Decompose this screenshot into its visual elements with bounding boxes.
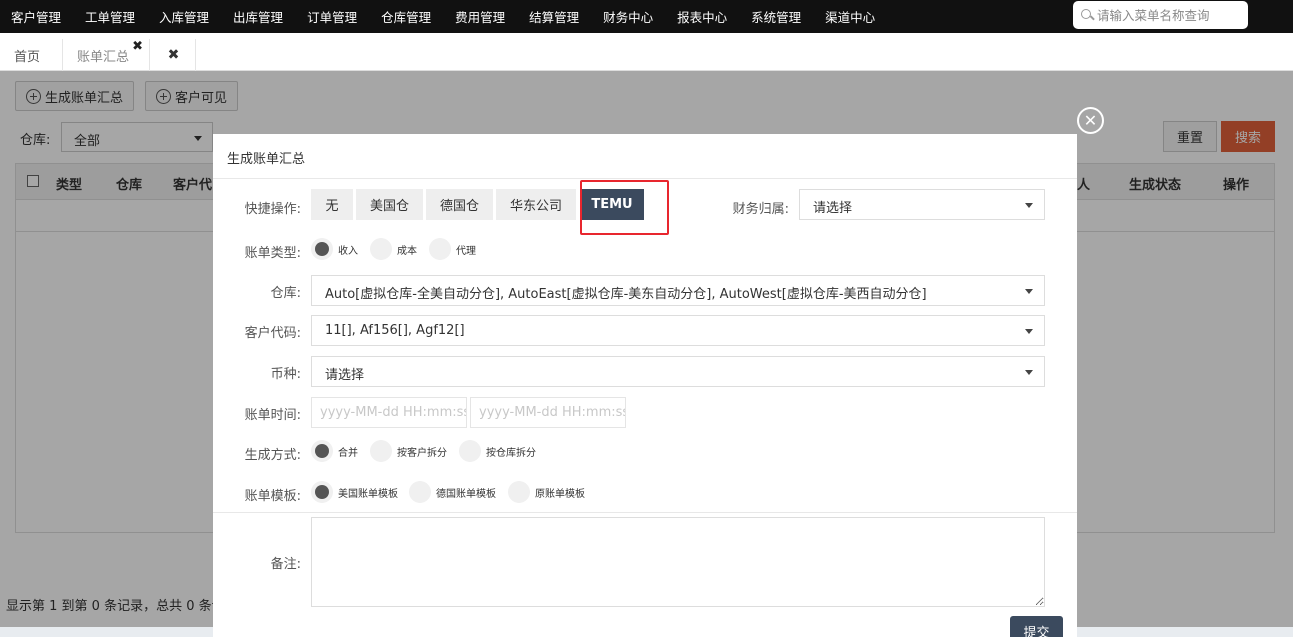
quick-east-china-button[interactable]: 华东公司: [496, 189, 576, 220]
close-icon: ✖: [167, 47, 180, 63]
nav-system[interactable]: 系统管理: [740, 7, 814, 26]
radio-label: 按仓库拆分: [486, 447, 536, 459]
radio-dot: [370, 238, 392, 260]
radio-dot: [508, 481, 530, 503]
quick-de-button[interactable]: 德国仓: [426, 189, 493, 220]
template-original-radio[interactable]: 原账单模板: [508, 481, 585, 503]
quick-us-button[interactable]: 美国仓: [356, 189, 423, 220]
chevron-down-icon: [1025, 203, 1033, 208]
tab-bar: 首页 账单汇总 ✖ ✖: [0, 33, 1293, 71]
customer-code-value: 11[], Af156[], Agf12[]: [325, 323, 465, 338]
tab-home-label: 首页: [14, 49, 41, 65]
currency-label: 币种:: [270, 367, 301, 382]
bill-time-label: 账单时间:: [244, 408, 301, 423]
radio-dot: [409, 481, 431, 503]
modal-title: 生成账单汇总: [213, 134, 1077, 179]
search-icon: [1081, 8, 1094, 22]
finance-select[interactable]: 请选择: [799, 189, 1045, 220]
bill-type-income-radio[interactable]: 收入: [311, 238, 358, 260]
currency-value: 请选择: [325, 368, 365, 383]
chevron-down-icon: [1025, 289, 1033, 294]
bill-type-cost-radio[interactable]: 成本: [370, 238, 417, 260]
finance-label: 财务归属:: [732, 202, 789, 217]
gen-mode-merge-radio[interactable]: 合并: [311, 440, 358, 462]
radio-label: 代理: [456, 245, 476, 257]
gen-mode-by-customer-radio[interactable]: 按客户拆分: [370, 440, 447, 462]
menu-search-input[interactable]: [1097, 7, 1237, 23]
radio-label: 美国账单模板: [338, 488, 398, 500]
gen-mode-by-warehouse-radio[interactable]: 按仓库拆分: [459, 440, 536, 462]
generate-bill-modal: 生成账单汇总 快捷操作: 无 美国仓 德国仓 华东公司 TEMU 财务归属: 请…: [213, 134, 1077, 637]
remark-label: 备注:: [270, 557, 301, 572]
template-label: 账单模板:: [244, 489, 301, 504]
radio-dot: [429, 238, 451, 260]
quick-none-button[interactable]: 无: [311, 189, 353, 220]
modal-close-button[interactable]: ✕: [1077, 107, 1104, 134]
radio-label: 原账单模板: [535, 488, 585, 500]
customer-code-label: 客户代码:: [244, 326, 301, 341]
highlight-box: [580, 180, 669, 235]
nav-finance[interactable]: 财务中心: [592, 7, 666, 26]
nav-customer[interactable]: 客户管理: [0, 7, 74, 26]
chevron-down-icon: [1025, 370, 1033, 375]
radio-dot: [370, 440, 392, 462]
top-nav: 客户管理 工单管理 入库管理 出库管理 订单管理 仓库管理 费用管理 结算管理 …: [0, 0, 1293, 33]
warehouse-select[interactable]: Auto[虚拟仓库-全美自动分仓], AutoEast[虚拟仓库-美东自动分仓]…: [311, 275, 1045, 306]
radio-label: 收入: [338, 245, 358, 257]
bill-time-end-input[interactable]: yyyy-MM-dd HH:mm:ss: [470, 397, 626, 428]
nav-report[interactable]: 报表中心: [666, 7, 740, 26]
bill-type-label: 账单类型:: [244, 246, 301, 261]
tab-bill-summary[interactable]: 账单汇总 ✖: [62, 39, 150, 71]
radio-label: 成本: [397, 245, 417, 257]
nav-fee[interactable]: 费用管理: [444, 7, 518, 26]
currency-select[interactable]: 请选择: [311, 356, 1045, 387]
template-us-radio[interactable]: 美国账单模板: [311, 481, 398, 503]
gen-mode-label: 生成方式:: [244, 448, 301, 463]
close-tab-icon[interactable]: ✖: [132, 39, 143, 54]
tab-bill-summary-label: 账单汇总: [77, 49, 130, 65]
bill-type-agent-radio[interactable]: 代理: [429, 238, 476, 260]
customer-code-select[interactable]: 11[], Af156[], Agf12[]: [311, 315, 1045, 346]
bill-time-start-input[interactable]: yyyy-MM-dd HH:mm:ss: [311, 397, 467, 428]
radio-label: 按客户拆分: [397, 447, 447, 459]
nav-warehouse[interactable]: 仓库管理: [370, 7, 444, 26]
radio-dot: [311, 481, 333, 503]
radio-dot: [459, 440, 481, 462]
modal-divider: [213, 512, 1077, 513]
quick-ops-label: 快捷操作:: [244, 202, 301, 217]
menu-search-box: [1073, 1, 1248, 29]
nav-inbound[interactable]: 入库管理: [148, 7, 222, 26]
radio-dot: [311, 238, 333, 260]
template-de-radio[interactable]: 德国账单模板: [409, 481, 496, 503]
radio-label: 德国账单模板: [436, 488, 496, 500]
nav-outbound[interactable]: 出库管理: [222, 7, 296, 26]
chevron-down-icon: [1025, 329, 1033, 334]
submit-button[interactable]: 提交: [1010, 616, 1063, 637]
radio-dot: [311, 440, 333, 462]
nav-order[interactable]: 订单管理: [296, 7, 370, 26]
tab-home[interactable]: 首页: [0, 39, 60, 71]
nav-settlement[interactable]: 结算管理: [518, 7, 592, 26]
nav-ticket[interactable]: 工单管理: [74, 7, 148, 26]
remark-textarea[interactable]: [311, 517, 1045, 607]
close-all-tabs-button[interactable]: ✖: [152, 39, 196, 71]
warehouse-value: Auto[虚拟仓库-全美自动分仓], AutoEast[虚拟仓库-美东自动分仓]…: [325, 287, 927, 302]
finance-value: 请选择: [813, 201, 853, 216]
warehouse-label: 仓库:: [270, 286, 301, 301]
radio-label: 合并: [338, 447, 358, 459]
nav-channel[interactable]: 渠道中心: [814, 7, 888, 26]
